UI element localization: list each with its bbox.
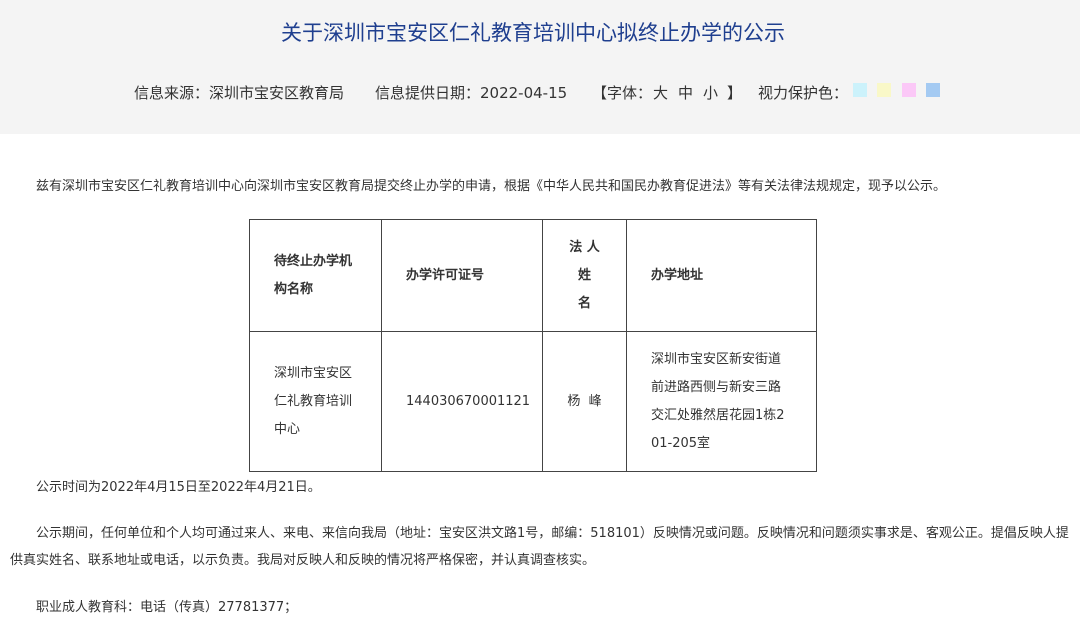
header-license: 办学许可证号	[381, 219, 543, 332]
info-date: 信息提供日期：2022-04-15	[375, 84, 568, 102]
font-size-bracket-close: 】	[727, 84, 743, 102]
table-row: 深圳市宝安区 仁礼教育培训 中心 144030670001121 杨 峰 深圳市…	[249, 331, 817, 472]
cell-legal-person: 杨 峰	[542, 331, 627, 472]
eye-color-blue-swatch[interactable]	[926, 83, 940, 97]
table-header-row: 待终止办学机 构名称 办学许可证号 法 人 姓 名 办学地址	[249, 219, 817, 332]
feedback-paragraph: 公示期间，任何单位和个人均可通过来人、来电、来信向我局（地址：宝安区洪文路1号，…	[10, 526, 1069, 568]
font-large-button[interactable]: 大	[653, 80, 668, 106]
period-paragraph: 公示时间为2022年4月15日至2022年4月21日。	[36, 480, 321, 495]
info-source: 信息来源：深圳市宝安区教育局	[134, 84, 345, 102]
header-license-text: 办学许可证号	[406, 267, 485, 283]
org-name-line: 中心	[274, 421, 301, 437]
cell-org-name: 深圳市宝安区 仁礼教育培训 中心	[249, 331, 382, 472]
school-info-table: 待终止办学机 构名称 办学许可证号 法 人 姓 名 办学地址 深圳市宝安区 仁礼…	[249, 219, 817, 472]
license-number: 144030670001121	[406, 393, 531, 409]
cell-address: 深圳市宝安区新安街道 前进路西侧与新安三路 交汇处雅然居花园1栋2 01-205…	[626, 331, 817, 472]
header-address-text: 办学地址	[651, 267, 704, 283]
font-size-label: 【字体：	[592, 84, 653, 102]
org-name-line: 深圳市宝安区	[274, 365, 353, 381]
header-org-name: 待终止办学机 构名称	[249, 219, 382, 332]
header-org-line: 构名称	[274, 281, 314, 297]
article-header: 关于深圳市宝安区仁礼教育培训中心拟终止办学的公示 信息来源：深圳市宝安区教育局 …	[0, 0, 1080, 134]
intro-paragraph: 兹有深圳市宝安区仁礼教育培训中心向深圳市宝安区教育局提交终止办学的申请，根据《中…	[36, 179, 947, 194]
contact-paragraph: 职业成人教育科：电话（传真）27781377；	[36, 600, 298, 615]
legal-person-name: 杨 峰	[567, 393, 602, 409]
header-person-line: 名	[577, 295, 591, 311]
address-line: 前进路西侧与新安三路	[651, 379, 782, 395]
eye-color-pink-swatch[interactable]	[902, 83, 916, 97]
header-person-line: 姓	[577, 267, 591, 283]
font-small-button[interactable]: 小	[703, 80, 718, 106]
header-org-line: 待终止办学机	[274, 253, 353, 269]
org-name-line: 仁礼教育培训	[274, 393, 353, 409]
header-address: 办学地址	[626, 219, 817, 332]
header-person-line: 法 人	[569, 239, 600, 255]
font-medium-button[interactable]: 中	[678, 80, 693, 106]
eye-color-yellow-swatch[interactable]	[877, 83, 891, 97]
address-line: 深圳市宝安区新安街道	[651, 351, 782, 367]
header-legal-person: 法 人 姓 名	[542, 219, 627, 332]
eye-color-cyan-swatch[interactable]	[853, 83, 867, 97]
page-title: 关于深圳市宝安区仁礼教育培训中心拟终止办学的公示	[281, 21, 785, 45]
eye-protection-label: 视力保护色：	[758, 84, 849, 102]
address-line: 01-205室	[651, 435, 711, 451]
cell-license: 144030670001121	[381, 331, 543, 472]
address-line: 交汇处雅然居花园1栋2	[651, 407, 785, 423]
